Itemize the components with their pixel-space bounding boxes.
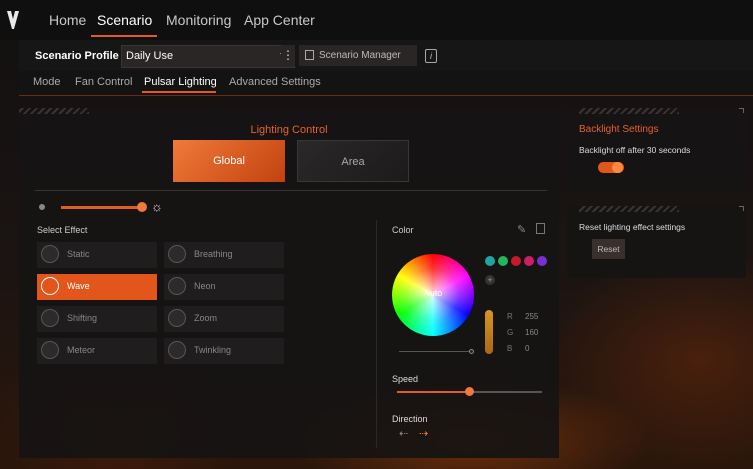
top-navigation: Home Scenario Monitoring App Center	[0, 0, 753, 40]
edit-pen-icon[interactable]: ✎	[517, 223, 526, 236]
panel-corner-decoration	[739, 206, 744, 211]
scenario-manager-button[interactable]: Scenario Manager	[299, 45, 417, 66]
color-swatch[interactable]	[511, 256, 521, 266]
speed-slider-thumb[interactable]	[465, 387, 474, 396]
vertical-divider	[376, 220, 377, 448]
g-label: G	[507, 328, 514, 337]
nav-tab-scenario[interactable]: Scenario	[97, 12, 152, 28]
select-effect-label: Select Effect	[37, 225, 88, 235]
brightness-slider-thumb[interactable]	[137, 202, 147, 212]
brightness-high-icon: ☼	[151, 199, 163, 214]
effect-label: Shifting	[67, 313, 98, 323]
zoom-icon	[168, 309, 186, 327]
effect-neon[interactable]: Neon	[164, 274, 284, 300]
list-icon	[305, 50, 314, 60]
panel-hatch-decoration	[19, 108, 89, 114]
effect-meteor[interactable]: Meteor	[37, 338, 157, 364]
effect-label: Meteor	[67, 345, 96, 355]
b-label: B	[507, 344, 513, 353]
nav-tab-home[interactable]: Home	[49, 12, 86, 28]
scenario-profile-label: Scenario Profile	[35, 50, 119, 62]
twinkling-icon	[168, 341, 186, 359]
panel-corner-decoration	[739, 108, 744, 113]
effect-zoom[interactable]: Zoom	[164, 306, 284, 332]
color-swatch[interactable]	[524, 256, 534, 266]
document-icon[interactable]	[536, 223, 545, 234]
direction-left-arrow-icon[interactable]: ⇠	[399, 427, 408, 440]
divider	[35, 190, 547, 191]
backlight-settings-panel: Backlight Settings Backlight off after 3…	[567, 108, 746, 192]
area-zone-button[interactable]: Area	[297, 140, 409, 182]
subtab-mode[interactable]: Mode	[33, 76, 61, 88]
static-icon	[41, 245, 59, 263]
nav-tab-app-center[interactable]: App Center	[244, 12, 315, 28]
speed-label: Speed	[392, 374, 419, 384]
direction-right-arrow-icon[interactable]: ⇢	[419, 427, 428, 440]
scenario-profile-dropdown[interactable]: Daily Use	[121, 45, 295, 68]
subtab-active-indicator	[142, 91, 216, 93]
color-auto-label: Auto	[423, 288, 443, 298]
effect-twinkling[interactable]: Twinkling	[164, 338, 284, 364]
effect-breathing[interactable]: Breathing	[164, 242, 284, 268]
brightness-low-icon	[39, 204, 45, 210]
more-options-icon[interactable]: ⋮	[281, 45, 295, 66]
global-zone-button[interactable]: Global	[173, 140, 285, 182]
add-color-icon[interactable]: +	[485, 275, 495, 285]
r-value[interactable]: 255	[525, 312, 538, 321]
toggle-knob	[612, 162, 623, 173]
color-intensity-thumb[interactable]	[469, 349, 474, 354]
reset-settings-panel: Reset lighting effect settings Reset	[567, 206, 746, 278]
direction-label: Direction	[392, 414, 428, 424]
subtab-advanced-settings[interactable]: Advanced Settings	[229, 76, 321, 88]
lighting-control-title: Lighting Control	[250, 124, 328, 136]
scenario-profile-bar: Scenario Profile Daily Use ⋮ Scenario Ma…	[19, 40, 753, 71]
nav-tab-monitoring[interactable]: Monitoring	[166, 12, 231, 28]
panel-hatch-decoration	[579, 206, 679, 212]
backlight-settings-title: Backlight Settings	[579, 124, 659, 135]
color-preview-bar	[485, 310, 493, 354]
effect-static[interactable]: Static	[37, 242, 157, 268]
effect-label: Static	[67, 249, 90, 259]
subtab-pulsar-lighting[interactable]: Pulsar Lighting	[144, 76, 217, 88]
color-swatch[interactable]	[537, 256, 547, 266]
predator-logo-icon	[7, 11, 19, 29]
effect-label: Breathing	[194, 249, 233, 259]
scenario-subtabs: Mode Fan Control Pulsar Lighting Advance…	[19, 71, 753, 96]
scenario-profile-value: Daily Use	[126, 50, 174, 62]
wave-icon	[41, 277, 59, 295]
nav-active-indicator	[91, 35, 157, 37]
subtab-fan-control[interactable]: Fan Control	[75, 76, 132, 88]
shifting-icon	[41, 309, 59, 327]
breathing-icon	[168, 245, 186, 263]
reset-button[interactable]: Reset	[592, 239, 625, 259]
brightness-slider[interactable]	[61, 206, 143, 209]
lighting-control-panel: Lighting Control Global Area ☼ Select Ef…	[19, 108, 559, 458]
effect-label: Wave	[67, 281, 90, 291]
b-value[interactable]: 0	[525, 344, 529, 353]
r-label: R	[507, 312, 513, 321]
effect-label: Neon	[194, 281, 216, 291]
color-label: Color	[392, 225, 414, 235]
effect-label: Zoom	[194, 313, 218, 323]
scenario-manager-label: Scenario Manager	[319, 50, 401, 61]
g-value[interactable]: 160	[525, 328, 538, 337]
effect-shifting[interactable]: Shifting	[37, 306, 157, 332]
neon-icon	[168, 277, 186, 295]
color-intensity-slider[interactable]	[399, 351, 471, 352]
meteor-icon	[41, 341, 59, 359]
backlight-timeout-label: Backlight off after 30 seconds	[579, 145, 691, 155]
effect-wave[interactable]: Wave	[37, 274, 157, 300]
speed-slider-fill	[397, 391, 470, 393]
panel-hatch-decoration	[579, 108, 679, 114]
color-swatch[interactable]	[485, 256, 495, 266]
info-icon[interactable]: i	[425, 49, 437, 63]
color-wheel[interactable]: Auto	[392, 254, 474, 336]
backlight-timeout-toggle[interactable]	[598, 162, 624, 173]
reset-lighting-label: Reset lighting effect settings	[579, 222, 686, 232]
color-swatch[interactable]	[498, 256, 508, 266]
effect-label: Twinkling	[194, 345, 232, 355]
